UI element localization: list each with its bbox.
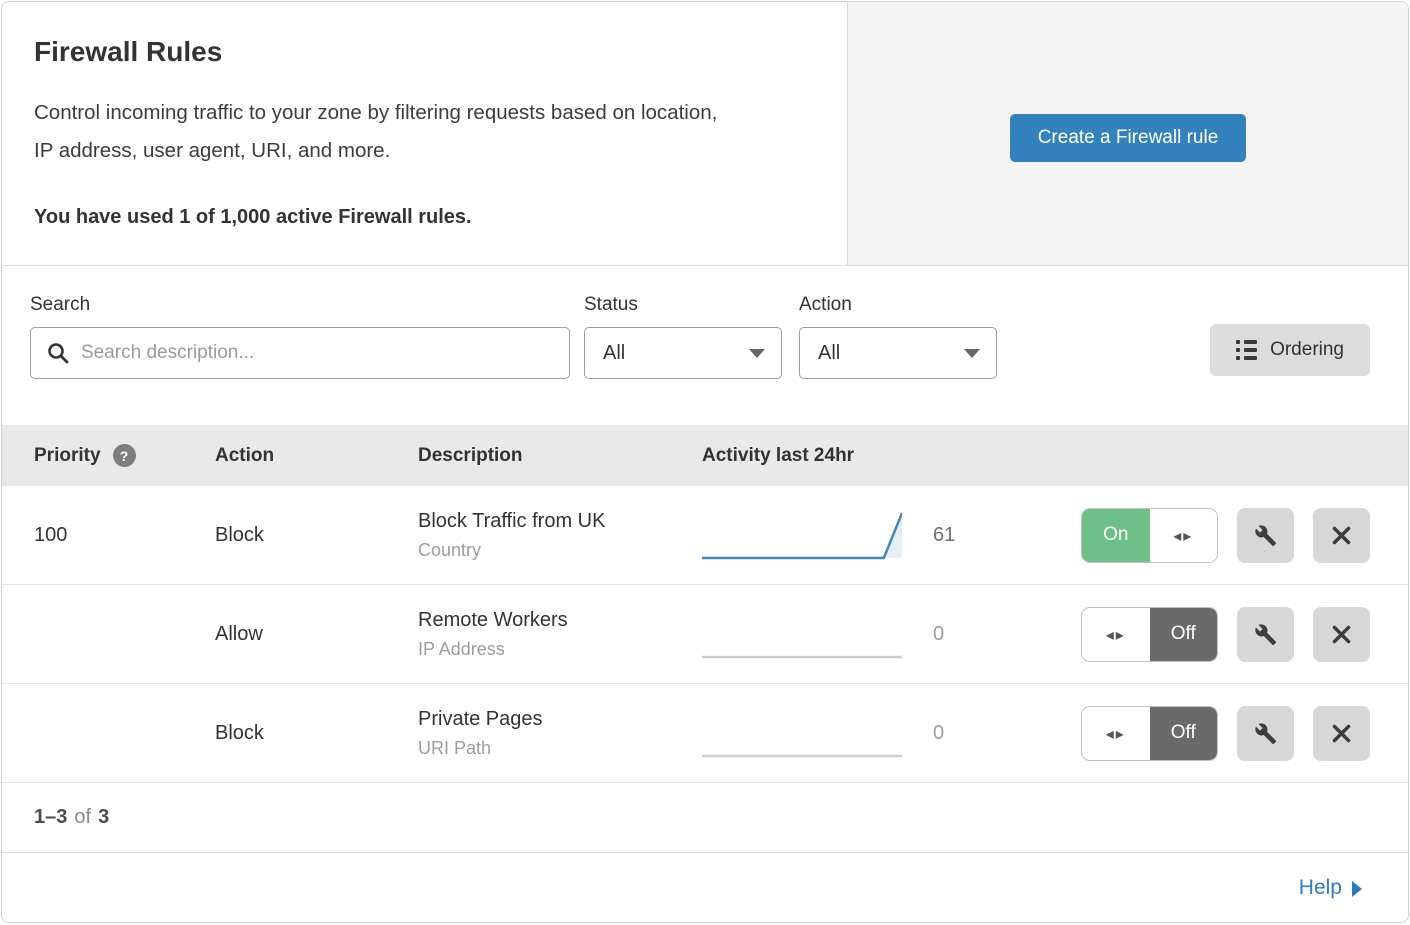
column-header-action: Action: [215, 445, 418, 467]
action-value: Block: [215, 722, 418, 745]
help-link-label: Help: [1299, 876, 1342, 900]
rule-name: Private Pages: [418, 708, 702, 731]
pagination-summary: 1–3 of 3: [2, 783, 1408, 853]
chevron-down-icon: [749, 349, 765, 358]
rule-match-type: IP Address: [418, 639, 702, 660]
table-row: Allow Remote Workers IP Address 0 Off ◂▸: [2, 585, 1408, 684]
toggle-state-label: On: [1082, 509, 1150, 562]
search-input-wrap: [30, 327, 570, 379]
search-icon: [46, 341, 70, 365]
close-icon: [1331, 723, 1352, 744]
enable-toggle[interactable]: Off ◂▸: [1081, 706, 1218, 761]
page-description: Control incoming traffic to your zone by…: [34, 94, 734, 170]
row-actions: On ◂▸: [1007, 508, 1370, 563]
search-input[interactable]: [30, 327, 570, 379]
header-section: Firewall Rules Control incoming traffic …: [2, 2, 1408, 266]
action-value: Allow: [215, 623, 418, 646]
help-footer: Help: [2, 853, 1408, 922]
filter-bar: Search Status All Action All: [2, 266, 1408, 425]
enable-toggle[interactable]: Off ◂▸: [1081, 607, 1218, 662]
column-header-activity: Activity last 24hr: [702, 445, 917, 467]
pagination-total: 3: [98, 806, 109, 829]
list-icon: [1236, 340, 1257, 360]
status-filter: Status All: [584, 294, 782, 379]
row-actions: Off ◂▸: [1007, 607, 1370, 662]
rule-match-type: Country: [418, 540, 702, 561]
help-question-icon[interactable]: ?: [113, 444, 136, 467]
activity-sparkline: [702, 505, 917, 565]
header-action-panel: Create a Firewall rule: [847, 2, 1408, 265]
arrow-right-icon: [1352, 881, 1362, 897]
ordering-button-label: Ordering: [1270, 339, 1344, 361]
rule-description: Remote Workers IP Address: [418, 609, 702, 660]
toggle-handle-icon: ◂▸: [1150, 509, 1218, 562]
create-firewall-rule-button[interactable]: Create a Firewall rule: [1010, 114, 1247, 162]
wrench-icon: [1254, 623, 1277, 646]
column-header-priority: Priority ?: [34, 444, 215, 467]
usage-note: You have used 1 of 1,000 active Firewall…: [34, 206, 787, 229]
firewall-rules-panel: Firewall Rules Control incoming traffic …: [1, 1, 1409, 923]
edit-rule-button[interactable]: [1237, 607, 1294, 662]
status-select[interactable]: All: [584, 327, 782, 379]
rule-name: Remote Workers: [418, 609, 702, 632]
ordering-button[interactable]: Ordering: [1210, 324, 1370, 376]
toggle-state-label: Off: [1150, 608, 1218, 661]
table-row: Block Private Pages URI Path 0 Off ◂▸: [2, 684, 1408, 783]
delete-rule-button[interactable]: [1313, 508, 1370, 563]
table-row: 100 Block Block Traffic from UK Country …: [2, 486, 1408, 585]
column-header-description: Description: [418, 445, 702, 467]
header-text-block: Firewall Rules Control incoming traffic …: [2, 2, 847, 265]
pagination-range: 1–3: [34, 806, 67, 829]
action-value: Block: [215, 524, 418, 547]
chevron-down-icon: [964, 349, 980, 358]
status-select-value: All: [603, 342, 625, 365]
action-select-value: All: [818, 342, 840, 365]
wrench-icon: [1254, 524, 1277, 547]
priority-value: 100: [34, 524, 215, 547]
activity-sparkline: [702, 703, 917, 763]
toggle-handle-icon: ◂▸: [1082, 707, 1150, 760]
pagination-of-label: of: [74, 806, 91, 829]
rule-description: Block Traffic from UK Country: [418, 510, 702, 561]
action-select[interactable]: All: [799, 327, 997, 379]
rule-name: Block Traffic from UK: [418, 510, 702, 533]
edit-rule-button[interactable]: [1237, 706, 1294, 761]
rule-description: Private Pages URI Path: [418, 708, 702, 759]
edit-rule-button[interactable]: [1237, 508, 1294, 563]
rule-match-type: URI Path: [418, 738, 702, 759]
close-icon: [1331, 525, 1352, 546]
action-label: Action: [799, 294, 997, 316]
delete-rule-button[interactable]: [1313, 607, 1370, 662]
priority-header-label: Priority: [34, 445, 101, 467]
toggle-state-label: Off: [1150, 707, 1218, 760]
activity-count: 0: [917, 722, 1007, 745]
wrench-icon: [1254, 722, 1277, 745]
toggle-handle-icon: ◂▸: [1082, 608, 1150, 661]
enable-toggle[interactable]: On ◂▸: [1081, 508, 1218, 563]
page-title: Firewall Rules: [34, 36, 787, 68]
status-label: Status: [584, 294, 782, 316]
activity-sparkline: [702, 604, 917, 664]
search-filter: Search: [30, 294, 570, 379]
help-link[interactable]: Help: [1299, 876, 1362, 900]
action-filter: Action All: [799, 294, 997, 379]
activity-count: 0: [917, 623, 1007, 646]
close-icon: [1331, 624, 1352, 645]
search-label: Search: [30, 294, 570, 316]
activity-count: 61: [917, 524, 1007, 547]
delete-rule-button[interactable]: [1313, 706, 1370, 761]
table-header: Priority ? Action Description Activity l…: [2, 425, 1408, 486]
row-actions: Off ◂▸: [1007, 706, 1370, 761]
